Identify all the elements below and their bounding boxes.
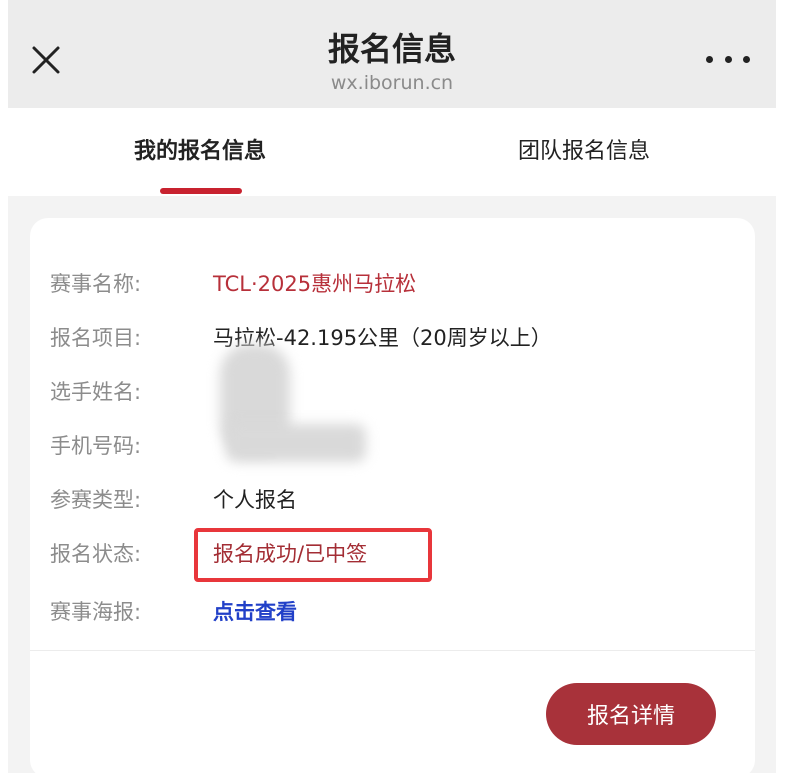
privacy-blur — [226, 424, 366, 462]
field-row-phone: 手机号码: — [30, 424, 755, 464]
card-divider — [30, 650, 755, 651]
page-title: 报名信息 — [327, 30, 456, 68]
tab-team-registration[interactable]: 团队报名信息 — [392, 108, 776, 196]
active-tab-indicator — [160, 188, 242, 194]
event-name-value: TCL·2025惠州马拉松 — [213, 272, 417, 296]
tab-bar: 我的报名信息 团队报名信息 — [8, 108, 776, 196]
registration-card: 赛事名称: TCL·2025惠州马拉松 报名项目: 马拉松-42.195公里（2… — [30, 218, 755, 773]
page-domain: wx.iborun.cn — [330, 72, 454, 94]
status-highlight-box — [194, 528, 432, 582]
field-row-entry-type: 参赛类型: 个人报名 — [30, 478, 755, 518]
field-label: 选手姓名: — [50, 380, 142, 404]
field-row-event-name: 赛事名称: TCL·2025惠州马拉松 — [30, 262, 755, 302]
tab-label: 我的报名信息 — [133, 139, 266, 164]
field-label: 报名状态: — [50, 542, 142, 566]
field-label: 赛事名称: — [50, 272, 142, 296]
field-row-poster: 赛事海报: 点击查看 — [30, 590, 755, 630]
field-label: 参赛类型: — [50, 488, 142, 512]
more-dots-icon — [743, 55, 750, 63]
poster-link[interactable]: 点击查看 — [213, 596, 297, 626]
field-row-runner-name: 选手姓名: — [30, 370, 755, 410]
tab-my-registration[interactable]: 我的报名信息 — [8, 108, 392, 196]
more-dots-icon — [724, 55, 732, 63]
more-button[interactable] — [706, 44, 750, 74]
more-dots-icon — [706, 55, 713, 63]
phone-screen: 报名信息 wx.iborun.cn 我的报名信息 团队报名信息 赛事名称: TC… — [8, 0, 776, 773]
field-row-project: 报名项目: 马拉松-42.195公里（20周岁以上） — [30, 316, 755, 356]
field-label: 报名项目: — [50, 326, 142, 350]
registration-detail-button[interactable]: 报名详情 — [546, 683, 716, 745]
header-bar: 报名信息 wx.iborun.cn — [8, 0, 776, 108]
field-label: 赛事海报: — [50, 600, 142, 624]
entry-type-value: 个人报名 — [213, 488, 297, 512]
field-label: 手机号码: — [50, 434, 142, 458]
tab-label: 团队报名信息 — [517, 139, 650, 164]
